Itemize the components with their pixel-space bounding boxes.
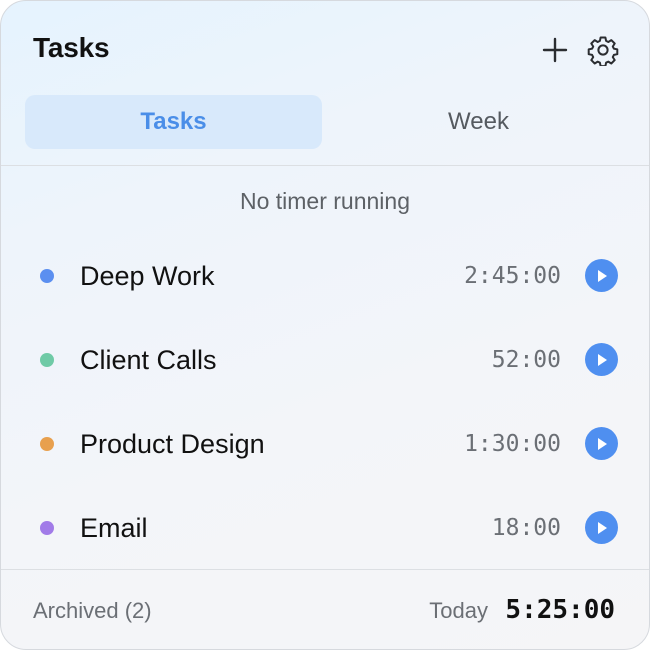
task-name: Email bbox=[80, 513, 148, 543]
task-time: 52:00 bbox=[491, 347, 561, 373]
task-time: 18:00 bbox=[491, 515, 561, 541]
divider bbox=[1, 165, 649, 166]
view-segmented-control: Tasks Week bbox=[25, 95, 627, 149]
task-name: Product Design bbox=[80, 429, 265, 459]
play-icon bbox=[597, 269, 607, 282]
divider bbox=[1, 569, 649, 570]
settings-button[interactable] bbox=[586, 33, 620, 67]
task-color-dot bbox=[40, 353, 54, 367]
task-time: 1:30:00 bbox=[464, 431, 561, 457]
start-timer-button[interactable] bbox=[585, 427, 618, 460]
today-total: 5:25:00 bbox=[505, 595, 615, 625]
task-time: 2:45:00 bbox=[464, 263, 561, 289]
play-icon bbox=[597, 353, 607, 366]
task-row: Deep Work 2:45:00 bbox=[1, 234, 649, 318]
today-label: Today bbox=[429, 598, 488, 623]
add-task-button[interactable] bbox=[538, 33, 572, 67]
task-color-dot bbox=[40, 521, 54, 535]
tasks-panel: Tasks Tasks Week No timer running Deep W… bbox=[0, 0, 650, 650]
start-timer-button[interactable] bbox=[585, 343, 618, 376]
play-icon bbox=[597, 521, 607, 534]
tab-tasks[interactable]: Tasks bbox=[25, 95, 322, 149]
page-title: Tasks bbox=[33, 32, 110, 63]
task-row: Client Calls 52:00 bbox=[1, 318, 649, 402]
play-icon bbox=[597, 437, 607, 450]
task-row: Product Design 1:30:00 bbox=[1, 402, 649, 486]
gear-icon bbox=[587, 36, 619, 66]
start-timer-button[interactable] bbox=[585, 259, 618, 292]
task-row: Email 18:00 bbox=[1, 486, 649, 570]
tab-week[interactable]: Week bbox=[330, 95, 627, 149]
task-name: Client Calls bbox=[80, 345, 217, 375]
header: Tasks bbox=[1, 1, 649, 97]
start-timer-button[interactable] bbox=[585, 511, 618, 544]
task-name: Deep Work bbox=[80, 261, 215, 291]
timer-status: No timer running bbox=[239, 188, 411, 214]
task-color-dot bbox=[40, 269, 54, 283]
plus-icon bbox=[542, 37, 568, 63]
archived-link[interactable]: Archived (2) bbox=[33, 598, 152, 624]
task-color-dot bbox=[40, 437, 54, 451]
